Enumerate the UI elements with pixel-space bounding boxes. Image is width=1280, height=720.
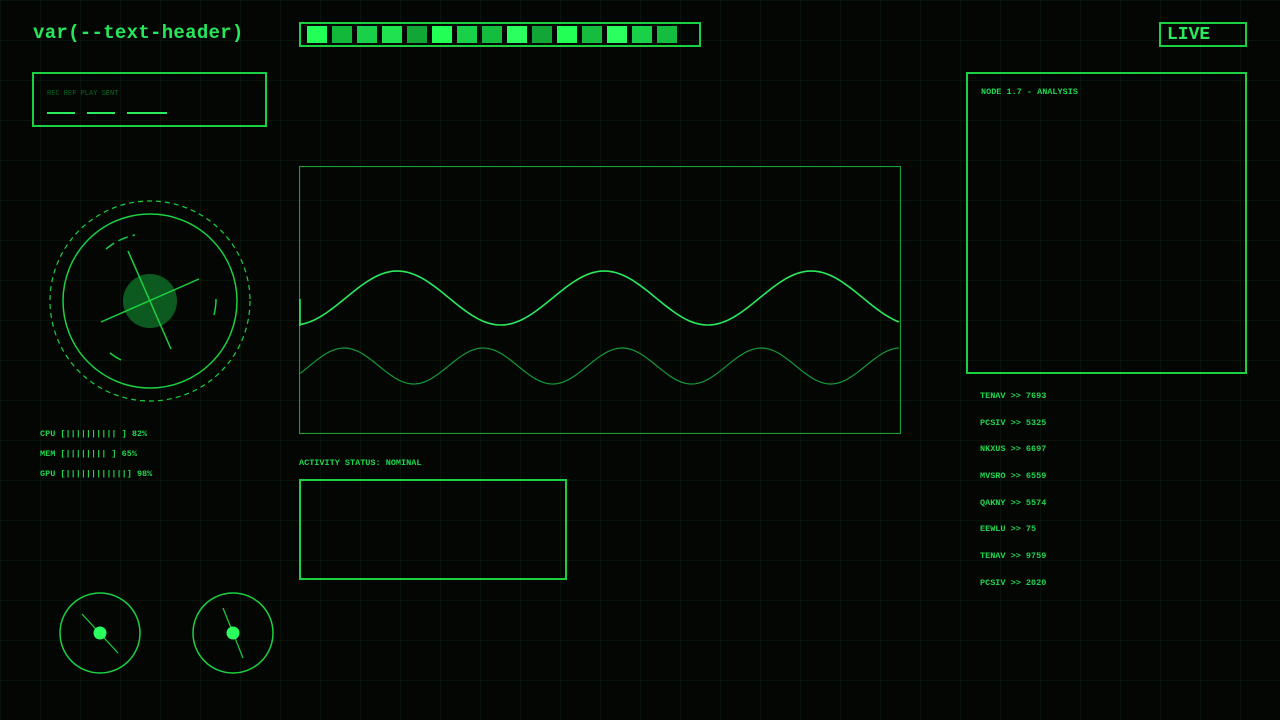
node-readout: TENAV >> 9759 [980,551,1047,562]
analysis-title: NODE 1.7 - ANALYSIS [981,87,1078,97]
level-segment [582,26,602,43]
node-readout: TENAV >> 7693 [980,391,1047,401]
stat-cpu-value: 82% [131,429,148,439]
radar-scope [49,200,251,402]
stat-gpu-value: 98% [136,469,153,479]
stat-cpu: CPU [|||||||||| ] 82% [40,424,152,444]
radar-arc-top [105,234,136,250]
node-readout: NKXUS >> 6697 [980,444,1047,455]
segment-level-bar [299,22,701,47]
stat-gpu-bar: [||||||||||||] [60,469,132,479]
node-readout: EEWLU >> 75 [980,524,1037,535]
rec-indicator-1 [47,112,75,114]
stat-gpu: GPU [||||||||||||] 98% [40,464,152,484]
level-segment [357,26,377,43]
node-readout: MVSRO >> 6559 [980,471,1047,482]
level-segment [507,26,527,43]
node-readout: PCSIV >> 2020 [980,577,1047,588]
stat-cpu-bar: [|||||||||| ] [60,429,127,439]
rec-control-panel: REC REF PLAY SENT [32,72,267,127]
live-status-badge: LIVE [1159,22,1247,47]
rec-panel-label: REC REF PLAY SENT [47,90,119,98]
node-name: MVSRO [980,471,1006,482]
node-value: 7693 [1025,391,1047,401]
stat-mem-label: MEM [40,449,56,459]
level-segment [332,26,352,43]
node-value: 5325 [1025,417,1047,428]
node-name: PCSIV [980,417,1006,428]
gauge-dial-2 [192,592,274,674]
node-name: NKXUS [980,444,1006,455]
stat-mem-bar: [|||||||| ] [60,449,117,459]
node-value: 6559 [1025,471,1047,482]
rec-indicator-2 [87,112,115,114]
stat-gpu-label: GPU [40,469,56,479]
node-readout: PCSIV >> 5325 [980,417,1047,428]
secondary-waveform [299,347,900,385]
radar-arc-right [213,298,217,316]
gauge-dial-1 [59,592,141,674]
page-title: var(--text-header) [33,22,244,44]
stat-mem-value: 65% [121,449,137,459]
level-segment [432,26,452,43]
node-name: EEWLU [980,524,1006,535]
node-value: 9759 [1025,551,1047,562]
primary-waveform [299,270,900,326]
stat-mem: MEM [|||||||| ] 65% [40,444,152,464]
node-value: 6697 [1025,444,1047,455]
level-segment [307,26,327,43]
waveform-scope [299,166,901,434]
node-name: QAKNY [980,497,1006,508]
system-stats: CPU [|||||||||| ] 82% MEM [|||||||| ] 65… [40,424,152,484]
node-value: 75 [1025,524,1037,535]
radar-arc-bottom [109,352,122,361]
level-segment [482,26,502,43]
activity-status-label: ACTIVITY STATUS: NOMINAL [299,458,422,468]
level-segment [632,26,652,43]
level-segment [382,26,402,43]
level-segment [657,26,677,43]
node-name: PCSIV [980,577,1006,588]
analysis-panel: NODE 1.7 - ANALYSIS [966,72,1247,374]
stat-cpu-label: CPU [40,429,56,439]
node-name: TENAV [980,391,1006,401]
node-readout-list: TENAV >> 7693 PCSIV >> 5325 NKXUS >> 669… [980,391,1046,605]
rec-indicator-3 [127,112,167,114]
level-segment [457,26,477,43]
level-segment [557,26,577,43]
node-readout: QAKNY >> 5574 [980,497,1047,508]
node-name: TENAV [980,551,1006,562]
gauge-hub [226,626,240,640]
level-segment [607,26,627,43]
level-segment [407,26,427,43]
activity-panel [299,479,567,580]
scope-frame [299,166,901,434]
level-segment [532,26,552,43]
gauge-hub [93,626,107,640]
node-value: 2020 [1025,577,1047,588]
node-value: 5574 [1025,497,1047,508]
